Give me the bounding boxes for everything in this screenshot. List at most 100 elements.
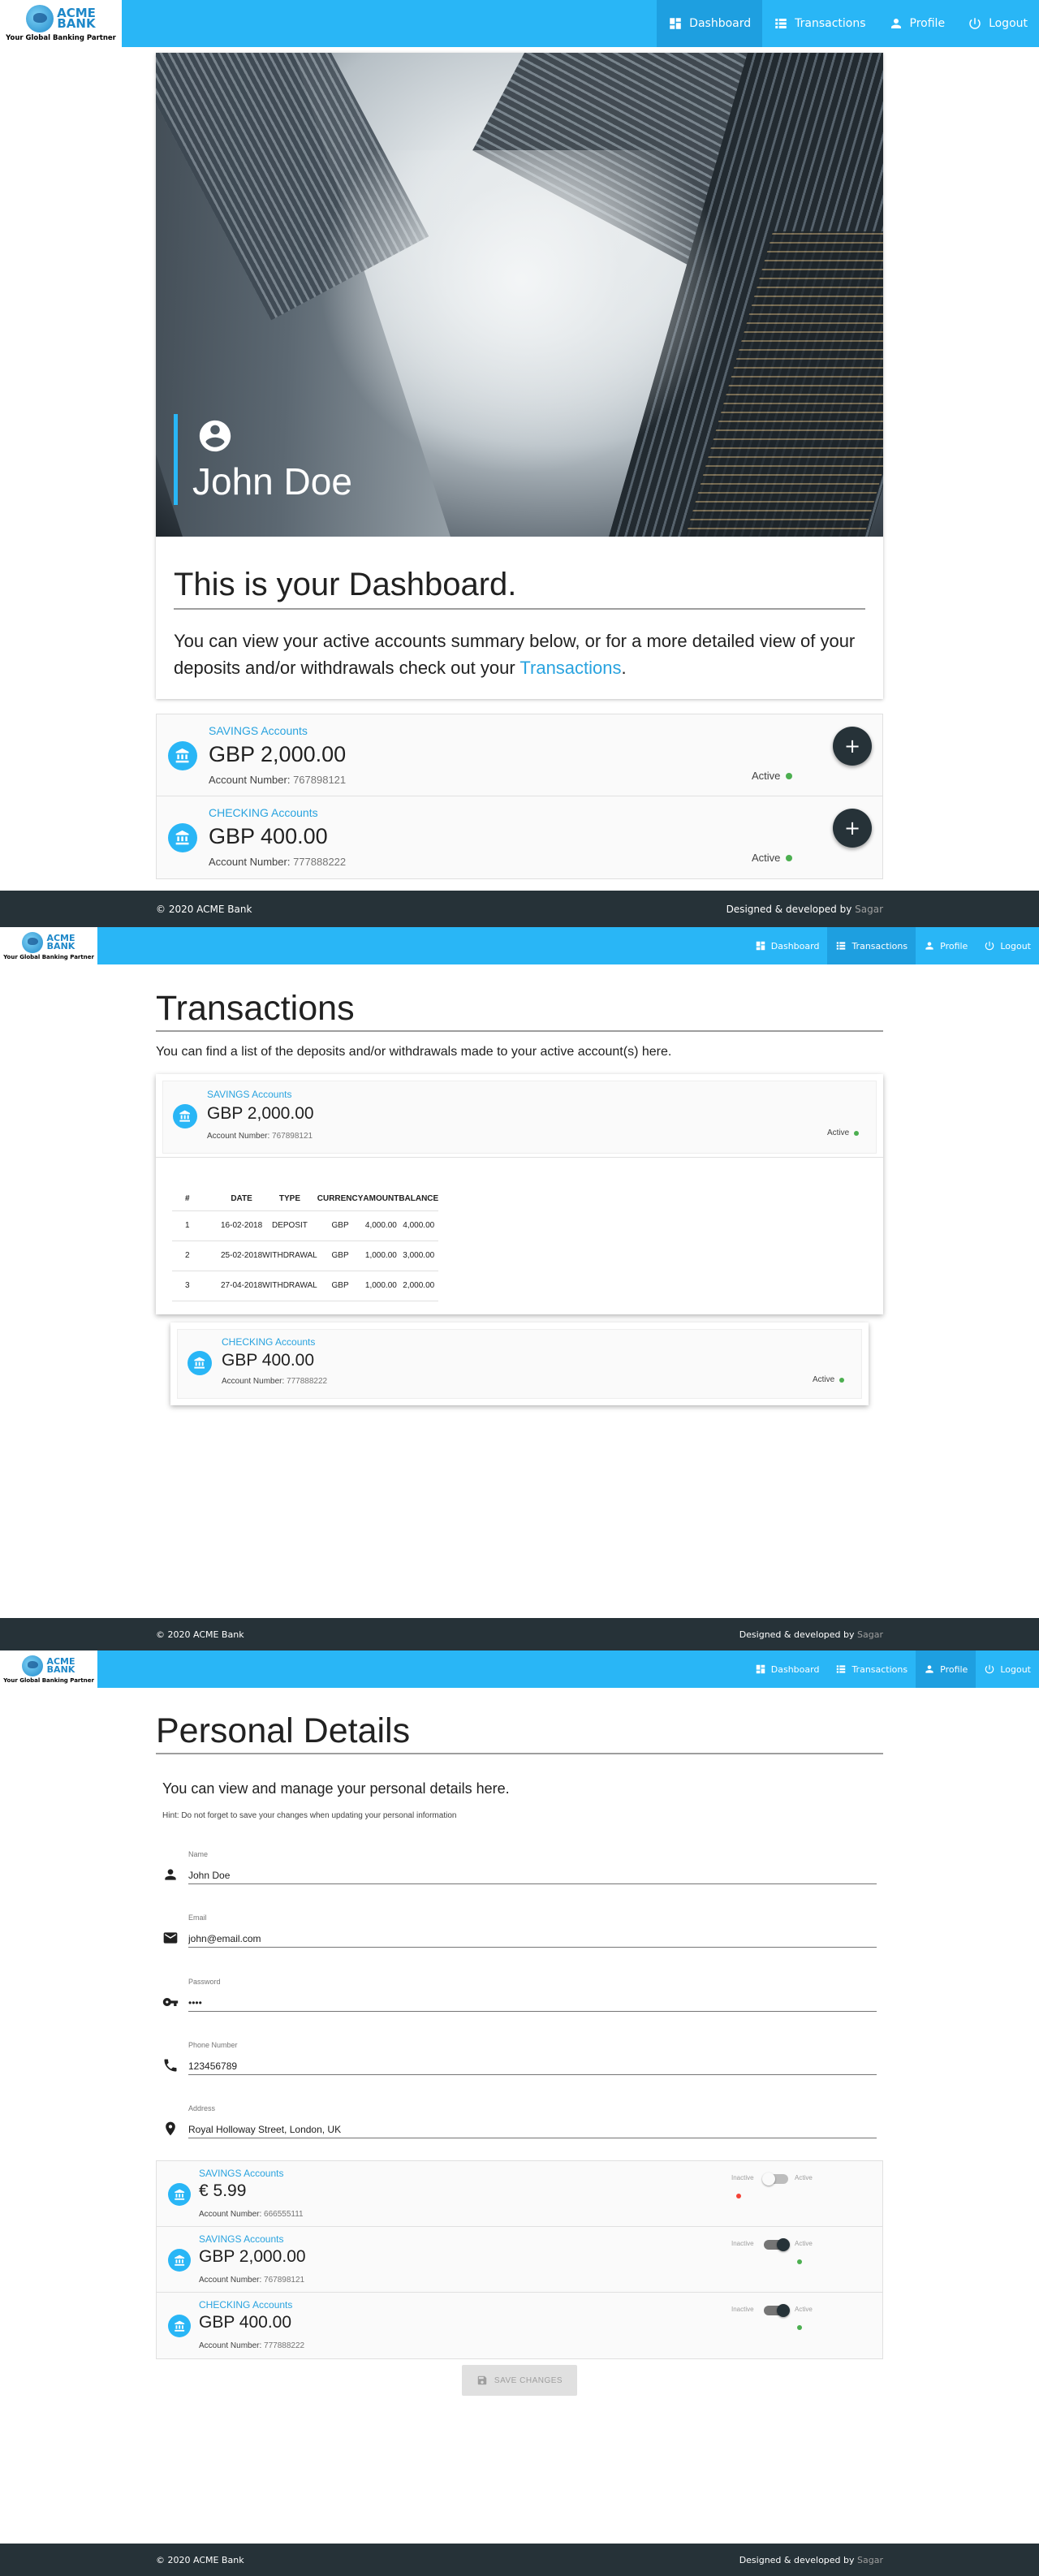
- name-input[interactable]: [188, 1862, 877, 1884]
- table-cell: 1,000.00: [363, 1271, 399, 1301]
- mail-icon: [162, 1930, 179, 1946]
- account-status-toggle-group: Inactive Active: [731, 2304, 821, 2338]
- globe-icon: [22, 931, 44, 953]
- phone-field-label: Phone Number: [188, 2041, 238, 2049]
- toggle-knob: [762, 2173, 775, 2186]
- footer-credit: Designed & developed by Sagar: [739, 1629, 883, 1640]
- account-number-value: 777888222: [264, 2341, 305, 2350]
- account-number-label: Account Number:: [209, 856, 291, 868]
- account-type: CHECKING Accounts: [209, 806, 318, 819]
- nav-transactions[interactable]: Transactions: [827, 1650, 916, 1688]
- account-type: SAVINGS Accounts: [207, 1089, 292, 1100]
- nav-transactions[interactable]: Transactions: [827, 927, 916, 964]
- nav-dashboard-label: Dashboard: [770, 940, 820, 951]
- top-navbar: ACME BANK Your Global Banking Partner Das…: [0, 1650, 1039, 1688]
- logo-tagline: Your Global Banking Partner: [6, 34, 116, 42]
- table-cell: 16-02-2018: [221, 1210, 263, 1241]
- password-input[interactable]: [188, 1989, 877, 2012]
- nav-dashboard[interactable]: Dashboard: [747, 927, 828, 964]
- skyscraper-hero-image: John Doe: [156, 53, 883, 537]
- address-input[interactable]: [188, 2116, 877, 2138]
- status-dot: [786, 772, 793, 779]
- personal-details-hint: Hint: Do not forget to save your changes…: [162, 1811, 457, 1820]
- acme-bank-logo[interactable]: ACME BANK Your Global Banking Partner: [0, 927, 97, 964]
- inactive-label: Inactive: [731, 2240, 754, 2247]
- personal-accounts-list: SAVINGS Accounts € 5.99 Account Number: …: [156, 2160, 883, 2359]
- list-item[interactable]: CHECKING Accounts GBP 400.00 Account Num…: [178, 1330, 861, 1398]
- dashboard-accounts-list: SAVINGS Accounts GBP 2,000.00 Account Nu…: [156, 714, 883, 879]
- column-header: BALANCE: [399, 1188, 439, 1211]
- table-cell: GBP: [317, 1241, 364, 1271]
- footer-developer-link[interactable]: Sagar: [857, 1629, 883, 1640]
- footer: © 2020 ACME Bank Designed & developed by…: [0, 1618, 1039, 1650]
- table-cell: 25-02-2018: [221, 1241, 263, 1271]
- inactive-label: Inactive: [731, 2306, 754, 2313]
- phone-input[interactable]: [188, 2052, 877, 2075]
- account-balance: GBP 2,000.00: [209, 742, 347, 766]
- nav-profile[interactable]: Profile: [877, 0, 957, 47]
- column-header: CURRENCY: [317, 1188, 364, 1211]
- nav-profile[interactable]: Profile: [916, 927, 976, 964]
- logo-name-line2: BANK: [46, 940, 75, 951]
- list-item: CHECKING Accounts GBP 400.00 Account Num…: [157, 2293, 882, 2358]
- password-field-label: Password: [188, 1978, 221, 1986]
- account-number-value: 777888222: [287, 1377, 328, 1386]
- nav-logout[interactable]: Logout: [976, 1650, 1039, 1688]
- nav-transactions[interactable]: Transactions: [762, 0, 877, 47]
- acme-bank-logo[interactable]: ACME BANK Your Global Banking Partner: [0, 0, 122, 47]
- nav-logout[interactable]: Logout: [976, 927, 1039, 964]
- account-active-toggle[interactable]: [764, 2238, 790, 2251]
- account-type: SAVINGS Accounts: [199, 2168, 284, 2179]
- savings-transactions-card: SAVINGS Accounts GBP 2,000.00 Account Nu…: [156, 1074, 883, 1314]
- footer-credit: Designed & developed by Sagar: [739, 2555, 883, 2565]
- account-active-toggle[interactable]: [764, 2304, 790, 2317]
- transactions-description: You can find a list of the deposits and/…: [156, 1045, 672, 1059]
- password-field: Password: [162, 1978, 877, 2015]
- list-icon: [774, 16, 788, 31]
- nav-profile[interactable]: Profile: [916, 1650, 976, 1688]
- column-header: #: [172, 1188, 221, 1211]
- nav-dashboard[interactable]: Dashboard: [747, 1650, 828, 1688]
- account-balance: GBP 2,000.00: [199, 2247, 306, 2266]
- list-item: SAVINGS Accounts GBP 2,000.00 Account Nu…: [157, 2227, 882, 2293]
- power-icon: [984, 940, 995, 951]
- account-type: CHECKING Accounts: [222, 1336, 316, 1348]
- personal-details-title: Personal Details: [156, 1711, 883, 1754]
- person-icon: [924, 1663, 935, 1675]
- status-badge: Active: [752, 770, 793, 782]
- bank-icon: [168, 2315, 191, 2337]
- nav-dashboard[interactable]: Dashboard: [657, 0, 763, 47]
- table-cell: 1: [172, 1210, 221, 1241]
- transactions-title: Transactions: [156, 989, 883, 1032]
- transactions-table: # DATE TYPE CURRENCY AMOUNT BALANCE 1 16…: [172, 1188, 439, 1301]
- nav-profile-label: Profile: [909, 17, 946, 30]
- list-item[interactable]: SAVINGS Accounts GBP 2,000.00 Account Nu…: [163, 1081, 876, 1153]
- add-button[interactable]: +: [833, 809, 872, 848]
- table-row: 2 25-02-2018 WITHDRAWAL GBP 1,000.00 3,0…: [172, 1241, 439, 1271]
- footer-credit: Designed & developed by Sagar: [726, 904, 883, 915]
- nav-profile-label: Profile: [940, 1663, 968, 1675]
- save-changes-button[interactable]: SAVE CHANGES: [462, 2365, 577, 2396]
- account-active-toggle[interactable]: [762, 2173, 788, 2186]
- nav-dashboard-label: Dashboard: [689, 17, 752, 30]
- email-input[interactable]: [188, 1925, 877, 1948]
- list-icon: [835, 940, 847, 951]
- account-balance: € 5.99: [199, 2181, 247, 2200]
- table-row: 3 27-04-2018 WITHDRAWAL GBP 1,000.00 2,0…: [172, 1271, 439, 1301]
- account-number: Account Number: 777888222: [199, 2341, 304, 2350]
- footer-developer-link[interactable]: Sagar: [855, 904, 883, 915]
- add-button[interactable]: +: [833, 727, 872, 766]
- transactions-link[interactable]: Transactions: [520, 658, 621, 678]
- footer-credit-prefix: Designed & developed by: [726, 903, 852, 915]
- footer-credit-prefix: Designed & developed by: [739, 1629, 855, 1640]
- status-dot: [786, 854, 793, 861]
- account-number-value: 767898121: [264, 2276, 305, 2285]
- table-cell: 2,000.00: [399, 1271, 439, 1301]
- hero-user-name: John Doe: [192, 460, 352, 503]
- nav-logout[interactable]: Logout: [956, 0, 1039, 47]
- account-circle-icon: [196, 417, 234, 455]
- acme-bank-logo[interactable]: ACME BANK Your Global Banking Partner: [0, 1650, 97, 1688]
- person-icon: [889, 16, 903, 31]
- footer-developer-link[interactable]: Sagar: [857, 2555, 883, 2565]
- bank-icon: [188, 1351, 212, 1375]
